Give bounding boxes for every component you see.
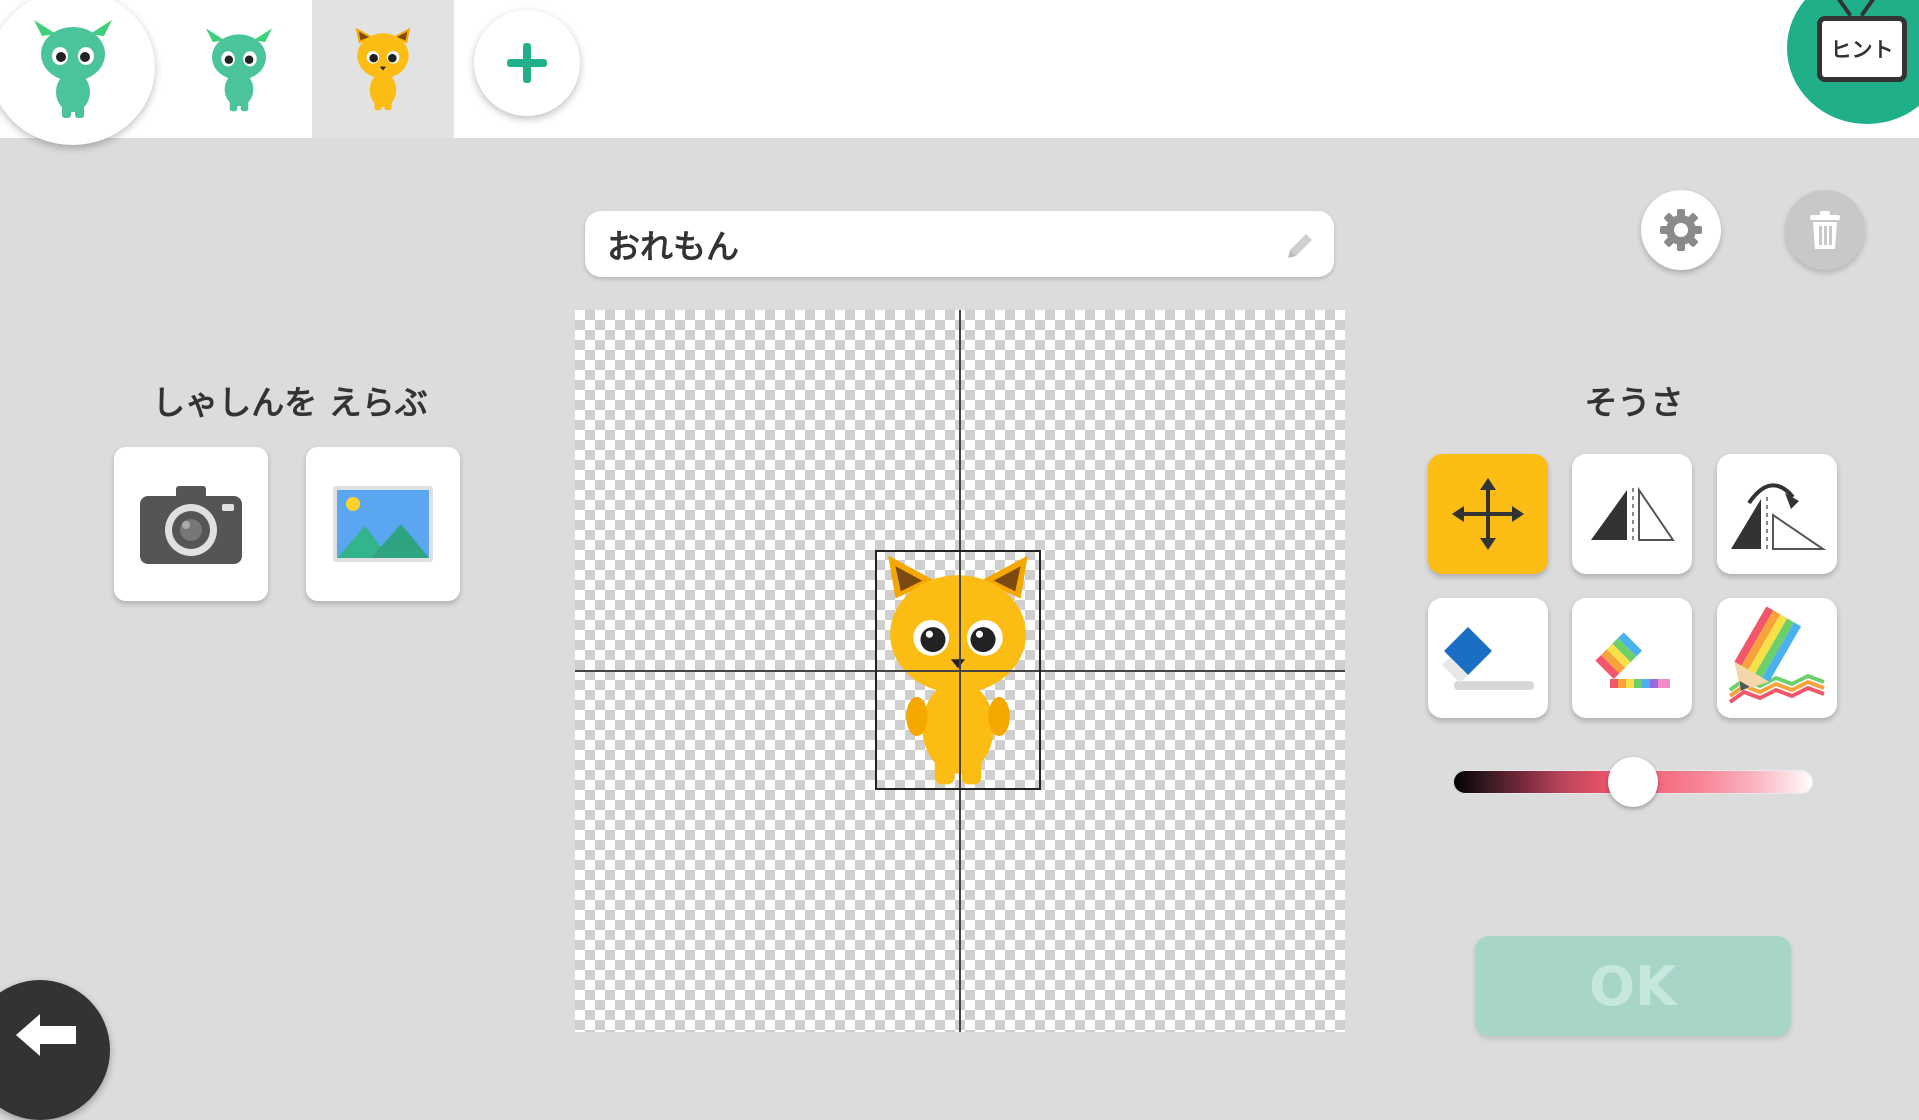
color-slider-thumb[interactable]: [1608, 757, 1658, 807]
rainbow-eraser-icon: [1595, 632, 1670, 688]
selection-box[interactable]: [875, 550, 1041, 790]
tools-section-label: そうさ: [1584, 383, 1684, 422]
plus-icon: [507, 43, 547, 83]
rainbow-pencil-tool-button[interactable]: [1717, 598, 1837, 718]
rainbow-eraser-tool-button[interactable]: [1572, 598, 1692, 718]
eraser-icon: [1442, 627, 1534, 690]
character-tab-2[interactable]: [312, 0, 454, 138]
photo-section-label: しゃしんを えらぶ: [152, 383, 428, 422]
back-arrow-icon: [16, 1014, 76, 1056]
back-button[interactable]: [0, 980, 110, 1120]
add-character-button[interactable]: [474, 10, 580, 116]
move-icon: [1452, 478, 1524, 550]
rotate-flip-icon: [1731, 483, 1827, 551]
camera-button[interactable]: [114, 447, 268, 601]
flip-tool-button[interactable]: [1572, 454, 1692, 574]
rotate-flip-tool-button[interactable]: [1717, 454, 1837, 574]
gallery-button[interactable]: [306, 447, 460, 601]
settings-button[interactable]: [1641, 190, 1721, 270]
green-monster-icon: [206, 28, 272, 112]
delete-button[interactable]: [1785, 190, 1865, 270]
eraser-tool-button[interactable]: [1428, 598, 1548, 718]
trash-icon: [1810, 211, 1840, 249]
hint-label: ヒント: [1830, 38, 1894, 62]
character-name-value: おれもん: [607, 227, 739, 266]
orange-cat-icon: [355, 27, 411, 111]
drawing-canvas[interactable]: [575, 310, 1345, 1032]
rainbow-pencil-icon: [1728, 606, 1825, 704]
tv-antenna-left: [1833, 0, 1853, 17]
character-tab-1[interactable]: [168, 0, 310, 138]
flip-icon: [1591, 486, 1675, 542]
gear-icon: [1660, 209, 1702, 251]
pencil-icon: [1288, 234, 1312, 258]
character-name-field[interactable]: おれもん: [585, 211, 1334, 277]
image-gallery-icon: [333, 486, 433, 562]
green-monster-icon: [33, 19, 112, 118]
tv-icon: ヒント: [1817, 16, 1907, 82]
camera-icon: [140, 486, 242, 564]
move-tool-button[interactable]: [1428, 454, 1548, 574]
ok-button[interactable]: OK: [1475, 936, 1791, 1036]
tv-antenna-right: [1859, 0, 1879, 17]
